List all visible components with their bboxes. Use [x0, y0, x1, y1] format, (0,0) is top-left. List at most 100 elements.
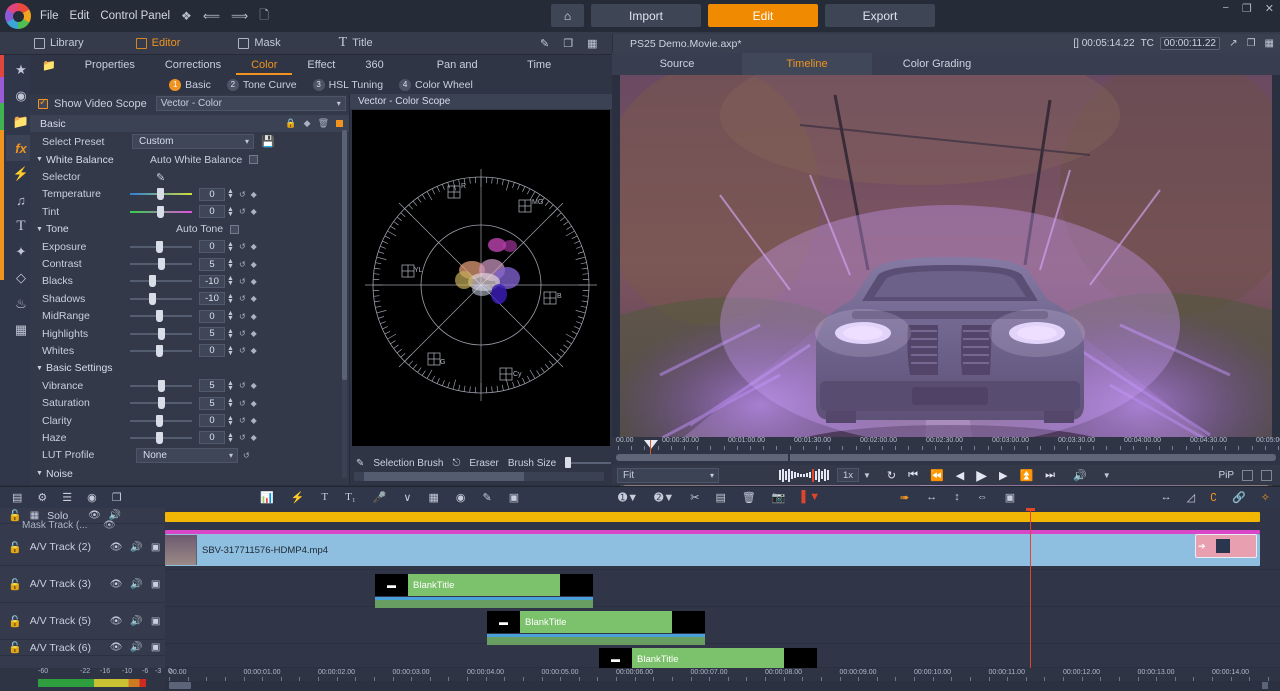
chroma-icon[interactable]: ∨	[403, 491, 411, 504]
stretch-icon[interactable]: ⇔	[977, 491, 988, 504]
audio-icon[interactable]: 🔊	[130, 616, 142, 627]
selection-brush-icon[interactable]: ✎	[356, 458, 364, 469]
undo-icon[interactable]: ⟸	[203, 9, 220, 23]
highlights-slider[interactable]	[130, 329, 192, 339]
clarity-slider[interactable]	[130, 416, 192, 426]
preview-ruler-ticks[interactable]: 00.0000:00:30.0000:01:00.0000:01:30.0000…	[612, 437, 1280, 451]
maximize-icon[interactable]: ❐	[1242, 2, 1252, 15]
shadows-value[interactable]: -10	[199, 292, 225, 305]
cat-pan-and-zoom[interactable]: Pan and Zoom	[422, 55, 512, 75]
track-options-icon[interactable]: ▣	[151, 642, 160, 653]
edit-button[interactable]: Edit	[708, 4, 818, 27]
show-video-scope-checkbox[interactable]	[38, 99, 48, 109]
keyframe-icon[interactable]: ◆	[251, 190, 257, 199]
shadows-slider[interactable]	[130, 294, 192, 304]
keyframe-icon[interactable]: ◆	[251, 346, 257, 355]
cat-360-video[interactable]: 360 Video	[350, 55, 421, 75]
saturation-value[interactable]: 5	[199, 397, 225, 410]
step-forward-icon[interactable]: ▶	[999, 469, 1007, 482]
scroll-thumb[interactable]	[342, 130, 347, 380]
disc-icon[interactable]: ◉	[456, 491, 466, 504]
pointer-icon[interactable]: ➠	[900, 491, 909, 504]
mark-in-icon[interactable]: ➊▼	[618, 491, 638, 504]
cat-color[interactable]: Color	[236, 55, 292, 75]
haze-stepper[interactable]: ▲▼	[227, 433, 234, 443]
audio-icon[interactable]: 🔊	[130, 542, 142, 553]
import-button[interactable]: Import	[591, 4, 701, 27]
subtab-hsl-tuning[interactable]: 3 HSL Tuning	[313, 79, 383, 91]
keyframe-icon[interactable]: ◆	[251, 399, 257, 408]
track-header-av5[interactable]: 🔓 A/V Track (5) 👁 🔊 ▣	[0, 603, 165, 640]
tab-title[interactable]: T Title	[329, 32, 383, 55]
track-header-av6[interactable]: 🔓 A/V Track (6) 👁 🔊 ▣	[0, 640, 165, 656]
keyframe-icon[interactable]: ◆	[251, 312, 257, 321]
keyframe-icon[interactable]: ◆	[251, 207, 257, 216]
duplicate-icon[interactable]: ❐	[112, 491, 122, 504]
brush-size-slider[interactable]	[565, 458, 611, 468]
clarity-stepper[interactable]: ▲▼	[227, 416, 234, 426]
contrast-value[interactable]: 5	[199, 258, 225, 271]
panels-icon[interactable]: ▦	[1265, 38, 1274, 49]
tc-value[interactable]: 00:00:11.22	[1160, 37, 1220, 50]
keyframe-icon[interactable]: ◆	[251, 416, 257, 425]
lock-icon[interactable]: 🔓	[8, 615, 22, 628]
section-white-balance[interactable]: ▼ White Balance Auto White Balance	[30, 151, 349, 168]
new-project-icon[interactable]: 🗋	[259, 6, 269, 27]
duplicate-icon[interactable]: ❐	[563, 37, 573, 50]
tint-stepper[interactable]: ▲▼	[227, 207, 234, 217]
minimize-icon[interactable]: −	[1222, 2, 1228, 15]
cat-properties[interactable]: Properties	[70, 55, 150, 75]
link-icon[interactable]: 🔗	[1232, 491, 1246, 504]
save-icon[interactable]: 💾	[261, 135, 275, 148]
snapshot-icon[interactable]: 📷	[772, 491, 786, 504]
timeline-playhead[interactable]	[1030, 508, 1031, 668]
temperature-stepper[interactable]: ▲▼	[227, 189, 234, 199]
keyframe-icon[interactable]: ◆	[251, 294, 257, 303]
tab-color-grading[interactable]: Color Grading	[872, 53, 1002, 75]
keyframe-icon[interactable]: ◆	[304, 118, 311, 129]
help-icon[interactable]: ❖	[181, 9, 192, 23]
clarity-value[interactable]: 0	[199, 414, 225, 427]
subtab-color-wheel[interactable]: 4 Color Wheel	[399, 79, 473, 91]
lock-icon[interactable]: 🔓	[8, 641, 22, 654]
visibility-icon[interactable]: 👁	[88, 510, 101, 521]
highlights-value[interactable]: 5	[199, 327, 225, 340]
reset-icon[interactable]: ↺	[239, 433, 246, 442]
title-effect-icon[interactable]: T₁	[345, 491, 356, 504]
video-clip[interactable]: SBV-317711576-HDMP4.mp4	[165, 534, 1260, 566]
contrast-stepper[interactable]: ▲▼	[227, 259, 234, 269]
scope-h-scrollbar[interactable]	[354, 472, 604, 481]
clip-selection-box[interactable]: ➔	[1195, 534, 1257, 558]
menu-edit[interactable]: Edit	[70, 10, 90, 22]
tint-slider[interactable]	[130, 207, 192, 217]
midrange-stepper[interactable]: ▲▼	[227, 311, 234, 321]
blacks-slider[interactable]	[130, 276, 192, 286]
audio-icon[interactable]: 🔊	[130, 642, 142, 653]
close-icon[interactable]: ✕	[1265, 2, 1274, 15]
subtab-tone-curve[interactable]: 2 Tone Curve	[227, 79, 297, 91]
blacks-stepper[interactable]: ▲▼	[227, 276, 234, 286]
play-icon[interactable]: ▶	[976, 467, 987, 484]
next-frame-icon[interactable]: ⏫	[1019, 469, 1033, 482]
section-tone[interactable]: ▼ Tone Auto Tone	[30, 221, 349, 238]
loop-icon[interactable]: ↻	[887, 469, 896, 482]
pip-toggle-icon[interactable]	[1242, 470, 1253, 481]
chevron-down-icon[interactable]: ▼	[863, 471, 871, 480]
keyframe-icon[interactable]: ◆	[251, 242, 257, 251]
lock-icon[interactable]: 🔓	[8, 578, 22, 591]
auto-tone-checkbox[interactable]	[230, 225, 239, 234]
reset-icon[interactable]: ↺	[239, 190, 246, 199]
chevron-down-icon[interactable]: ▼	[1103, 471, 1111, 480]
scope-type-select[interactable]: Vector - Color	[156, 96, 346, 111]
reset-icon[interactable]: ↺	[243, 451, 250, 460]
zoom-fit-icon[interactable]: ↔	[1161, 491, 1172, 504]
folder-icon[interactable]: 📁	[42, 59, 56, 72]
duplicate-icon[interactable]: ❐	[1247, 38, 1256, 49]
keyframe-icon[interactable]: ◆	[251, 277, 257, 286]
keyframe-icon[interactable]: ◆	[251, 433, 257, 442]
preview-video[interactable]	[620, 75, 1272, 489]
mark-out-icon[interactable]: ➋▼	[654, 491, 674, 504]
record-icon[interactable]: ◉	[87, 491, 97, 504]
tab-source[interactable]: Source	[612, 53, 742, 75]
tab-mask[interactable]: Mask	[228, 32, 290, 55]
